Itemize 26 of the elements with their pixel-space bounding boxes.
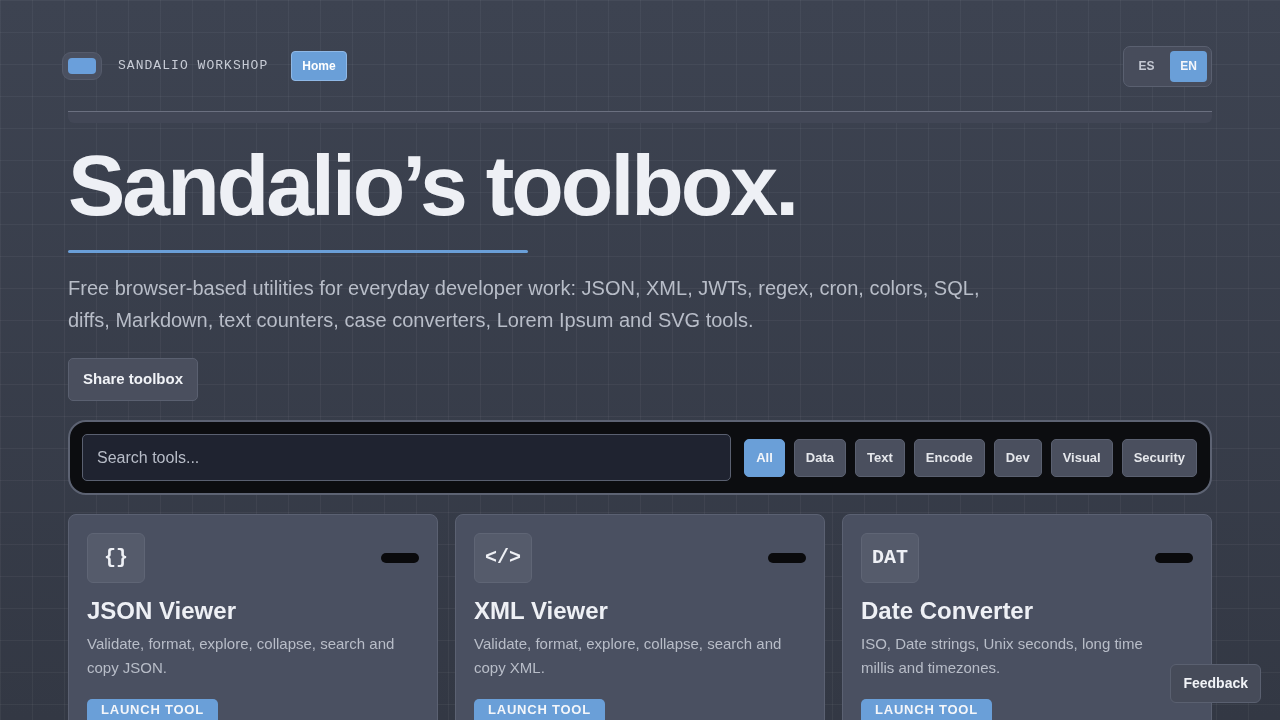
share-button[interactable]: Share toolbox <box>68 358 198 401</box>
filter-chip[interactable]: Text <box>855 438 905 477</box>
filter-chip[interactable]: Data <box>793 438 847 477</box>
tool-glyph-tile: {} <box>87 533 145 583</box>
tool-title: XML Viewer <box>474 596 609 626</box>
language-option[interactable]: ES <box>1128 50 1165 82</box>
feedback-button[interactable]: Feedback <box>1170 664 1261 703</box>
page-title: Sandalio’s toolbox. <box>68 142 798 228</box>
tool-description: ISO, Date strings, Unix seconds, long time millis and timezones. <box>861 634 1144 678</box>
intro-paragraph: Free browser-based utilities for everyday developer work: JSON, XML, JWTs, regex, cron, colors, SQL, diffs, Markdown, text counters, case converters, Lorem Ipsum and SVG tools. <box>68 276 981 333</box>
filter-chip[interactable]: Encode <box>913 438 985 477</box>
tool-glyph-tile: DAT <box>861 533 919 583</box>
tool-title: JSON Viewer <box>87 596 237 626</box>
search-field[interactable]: Search tools... <box>82 434 732 481</box>
pill-icon <box>381 553 419 563</box>
tool-description: Validate, format, explore, collapse, search and copy XML. <box>474 634 783 678</box>
tool-title: Date Converter <box>861 596 1035 626</box>
filter-chip[interactable]: Visual <box>1050 438 1113 477</box>
filter-chip[interactable]: Dev <box>993 438 1042 477</box>
pill-icon <box>768 553 806 563</box>
filter-chip[interactable]: Security <box>1121 438 1197 477</box>
pill-icon <box>1155 553 1193 563</box>
tool-glyph-tile: </> <box>474 533 532 583</box>
tool-description: Validate, format, explore, collapse, search and copy JSON. <box>87 634 396 678</box>
brand-name: SANDALIO WORKSHOP <box>118 57 269 76</box>
logo-icon[interactable] <box>62 52 102 80</box>
